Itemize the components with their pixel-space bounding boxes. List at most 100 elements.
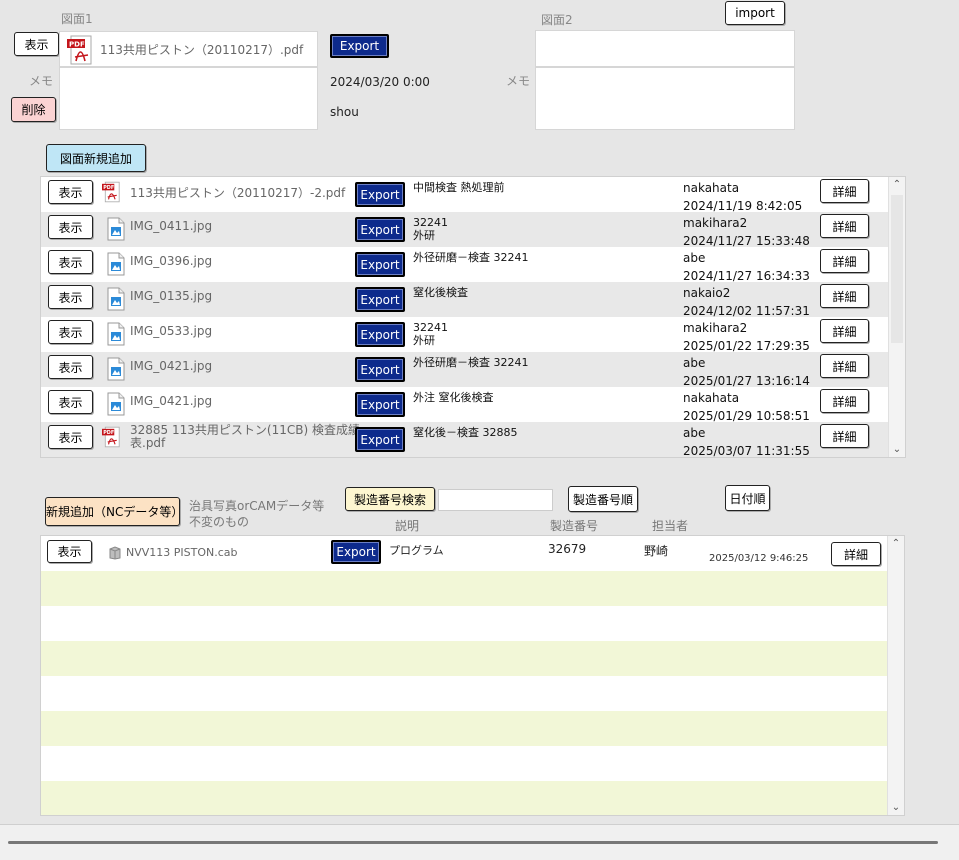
description-line2: 外研 (413, 229, 435, 242)
show-button[interactable]: 表示 (48, 320, 93, 344)
file-name[interactable]: IMG_0421.jpg (130, 359, 212, 373)
description-line2: 外研 (413, 334, 435, 347)
horizontal-scrollbar-thumb[interactable] (8, 841, 938, 844)
nc-note-line2: 不変のもの (189, 515, 250, 529)
sort-by-date-button[interactable]: 日付順 (725, 485, 770, 511)
drawing2-label: 図面2 (541, 13, 573, 27)
user-name: nakahata (683, 391, 740, 405)
export-button[interactable]: Export (355, 357, 405, 382)
user-date: makihara2 2025/01/22 17:29:35 (683, 319, 810, 355)
file-name[interactable]: 32885 113共用ピストン(11CB) 検査成績表.pdf (130, 424, 360, 450)
detail-button[interactable]: 詳細 (820, 214, 869, 238)
serial-search-input[interactable] (438, 489, 553, 511)
drawing1-datetime: 2024/03/20 0:00 (330, 75, 430, 89)
col-serial-header: 製造番号 (550, 519, 599, 533)
description: 外径研磨－検査 32241 (413, 356, 529, 369)
user-date: abe 2024/11/27 16:34:33 (683, 249, 810, 285)
image-file-icon (107, 287, 125, 311)
description-line1: 32241 (413, 321, 448, 334)
drawing2-file-box[interactable] (535, 30, 795, 67)
detail-button[interactable]: 詳細 (820, 354, 869, 378)
drawing-row: 表示 PDF 32885 113共用ピストン(11CB) 検査成績表.pdf Expo… (41, 422, 889, 457)
scroll-down-icon[interactable]: ⌄ (888, 802, 904, 813)
user-name: abe (683, 426, 706, 440)
detail-button[interactable]: 詳細 (820, 389, 869, 413)
drawing-row: 表示 IMG_0396.jpg Export 外径研磨－検査 32241 abe 2024… (41, 247, 889, 285)
description: 窒化後－検査 32885 (413, 426, 518, 439)
description-line1: 外径研磨－検査 32241 (413, 251, 529, 264)
drawing-list: 表示 PDF 113共用ピストン（20110217）-2.pdf Export 中間検査… (40, 176, 906, 458)
image-file-icon (107, 217, 125, 241)
serial-number: 32679 (548, 542, 587, 556)
detail-button[interactable]: 詳細 (820, 319, 869, 343)
description-line1: 外径研磨－検査 32241 (413, 356, 529, 369)
memo2-field[interactable] (535, 67, 795, 130)
detail-button[interactable]: 詳細 (820, 179, 869, 203)
add-nc-data-button[interactable]: 新規追加（NCデータ等） (45, 497, 183, 526)
memo1-field[interactable] (59, 67, 318, 130)
show-button[interactable]: 表示 (48, 390, 93, 414)
description-line1: 窒化後－検査 32885 (413, 426, 518, 439)
detail-button[interactable]: 詳細 (820, 284, 869, 308)
scroll-up-icon[interactable]: ⌃ (889, 179, 905, 190)
drawing-list-scrollbar[interactable]: ⌃ ⌄ (888, 177, 905, 457)
delete-button[interactable]: 削除 (11, 97, 56, 122)
person: 野崎 (644, 544, 669, 558)
drawing-row: 表示 IMG_0421.jpg Export 外注 窒化後検査 nakahata 2025… (41, 387, 889, 423)
export-button[interactable]: Export (355, 182, 405, 207)
serial-search-button[interactable]: 製造番号検索 (345, 487, 435, 511)
export-button[interactable]: Export (355, 427, 405, 452)
file-name[interactable]: IMG_0396.jpg (130, 254, 212, 268)
add-drawing-button[interactable]: 図面新規追加 (46, 144, 146, 172)
file-name[interactable]: IMG_0421.jpg (130, 394, 212, 408)
scrollbar-thumb[interactable] (891, 195, 903, 343)
drawing-row: 表示 IMG_0533.jpg Export 32241 外研 makihara2 2025… (41, 317, 889, 355)
export-drawing1-button[interactable]: Export (330, 34, 389, 58)
drawing1-file-name[interactable]: 113共用ピストン（20110217）.pdf (100, 41, 303, 58)
show-drawing1-button[interactable]: 表示 (14, 32, 59, 56)
description: 32241 外研 (413, 321, 448, 347)
file-name[interactable]: NVV113 PISTON.cab (126, 546, 238, 559)
show-button[interactable]: 表示 (47, 540, 92, 563)
export-button[interactable]: Export (355, 252, 405, 277)
image-file-icon (107, 252, 125, 276)
export-button[interactable]: Export (355, 392, 405, 417)
description: 窒化後検査 (413, 286, 468, 299)
user-name: makihara2 (683, 216, 748, 230)
import-button[interactable]: import (725, 1, 785, 25)
show-button[interactable]: 表示 (48, 215, 93, 239)
file-name[interactable]: IMG_0411.jpg (130, 219, 212, 233)
pdf-icon: PDF (102, 181, 120, 203)
col-desc-header: 説明 (395, 519, 420, 533)
scroll-down-icon[interactable]: ⌄ (889, 444, 905, 455)
detail-button[interactable]: 詳細 (820, 424, 869, 448)
drawing1-file-box[interactable]: PDF 113共用ピストン（20110217）.pdf (59, 31, 318, 67)
scroll-up-icon[interactable]: ⌃ (888, 538, 904, 549)
export-button[interactable]: Export (355, 217, 405, 242)
show-button[interactable]: 表示 (48, 250, 93, 274)
user-name: makihara2 (683, 321, 748, 335)
file-name[interactable]: 113共用ピストン（20110217）-2.pdf (130, 184, 345, 201)
show-button[interactable]: 表示 (48, 425, 93, 449)
user-date: abe 2025/03/07 11:31:55 (683, 424, 810, 457)
col-person-header: 担当者 (652, 519, 689, 533)
show-button[interactable]: 表示 (48, 355, 93, 379)
empty-row (41, 711, 889, 746)
drawing1-user: shou (330, 105, 359, 119)
pdf-icon: PDF (102, 426, 120, 448)
file-name[interactable]: IMG_0533.jpg (130, 324, 212, 338)
timestamp: 2025/03/12 9:46:25 (709, 553, 809, 564)
export-button[interactable]: Export (355, 322, 405, 347)
user-date: nakaio2 2024/12/02 11:57:31 (683, 284, 810, 320)
file-name[interactable]: IMG_0135.jpg (130, 289, 212, 303)
show-button[interactable]: 表示 (48, 180, 93, 204)
show-button[interactable]: 表示 (48, 285, 93, 309)
export-button[interactable]: Export (331, 540, 381, 564)
detail-button[interactable]: 詳細 (831, 542, 881, 566)
drawing-row: 表示 PDF 113共用ピストン（20110217）-2.pdf Export 中間検査… (41, 177, 889, 213)
sort-by-serial-button[interactable]: 製造番号順 (568, 486, 638, 512)
export-button[interactable]: Export (355, 287, 405, 312)
nc-data-list: 表示 NVV113 PISTON.cab Export プログラム 32679 野崎 202… (40, 535, 905, 816)
nc-list-scrollbar[interactable]: ⌃ ⌄ (887, 536, 904, 815)
detail-button[interactable]: 詳細 (820, 249, 869, 273)
